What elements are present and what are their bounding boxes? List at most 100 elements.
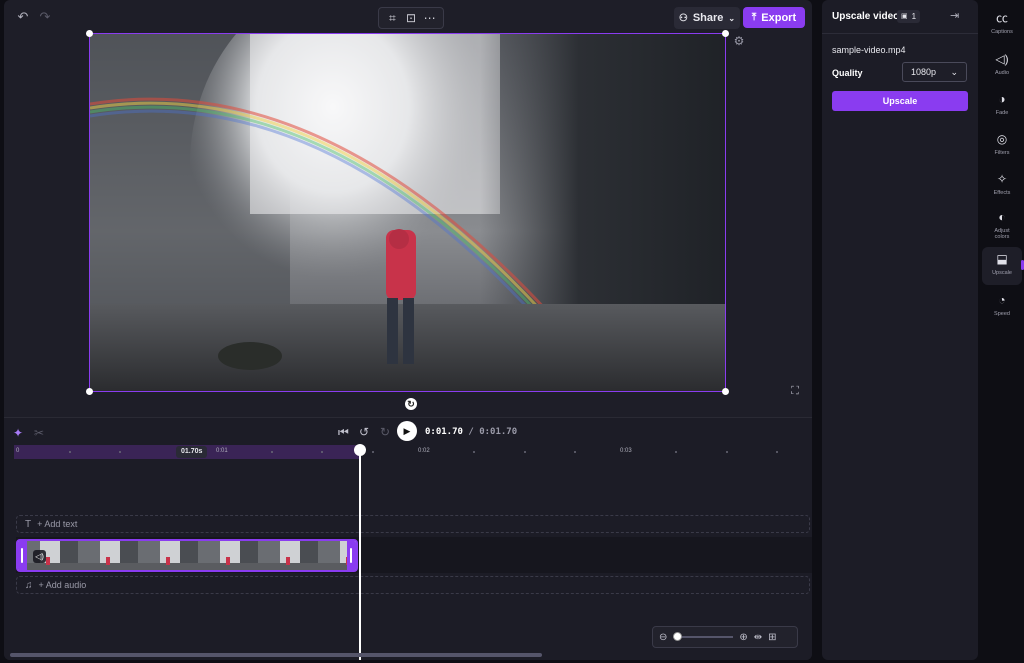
upscale-panel: Upscale video ▣ 1 ⇥ sample-video.mp4 Qua… <box>822 0 978 660</box>
skip-back-icon[interactable]: ⏮ <box>338 425 349 439</box>
clip-thumbnail <box>138 541 198 570</box>
timeline: ✦ ✂ ⏮ ↺ ↻ ▶ 0:01.70 / 0:01.70 0 01.70s 0… <box>4 417 812 660</box>
tick-dot <box>574 451 576 453</box>
share-button[interactable]: ⚇ Share ⌄ <box>674 7 740 29</box>
undo-icon[interactable]: ↶ <box>15 9 31 25</box>
video-clip[interactable]: ◁) <box>16 539 358 572</box>
clip-trim-handle-right[interactable] <box>347 541 356 570</box>
zoom-slider-thumb[interactable] <box>673 632 683 641</box>
rail-item-upscale[interactable]: ⬓ Upscale <box>982 247 1022 285</box>
clip-thumbnail <box>18 541 78 570</box>
music-note-icon: ♫ <box>25 579 33 591</box>
text-track[interactable]: T + Add text <box>16 515 810 533</box>
rail-label: Captions <box>991 29 1013 35</box>
timeline-ruler[interactable]: 0 01.70s 0:01 0:02 0:03 <box>14 445 804 459</box>
tick-dot <box>776 451 778 453</box>
zoom-slider[interactable] <box>673 632 734 641</box>
redo-icon[interactable]: ↷ <box>37 9 53 25</box>
add-text-label: + Add text <box>37 519 78 529</box>
rewind-icon[interactable]: ↺ <box>359 425 369 439</box>
magic-icon[interactable]: ✦ <box>13 426 23 440</box>
credit-count: 1 <box>911 12 917 21</box>
gear-icon[interactable]: ⚙ <box>732 34 746 48</box>
quality-select[interactable]: 1080p ⌄ <box>902 62 967 82</box>
tick-dot <box>372 451 374 453</box>
quality-label: Quality <box>832 68 863 78</box>
tick-dot <box>675 451 677 453</box>
rail-item-speed[interactable]: ◔ Speed <box>982 288 1022 326</box>
tick-label: 0:02 <box>418 448 430 454</box>
speaker-icon: ◁) <box>995 52 1009 66</box>
clip-thumbnail <box>198 541 258 570</box>
filters-icon: ◎ <box>996 132 1008 146</box>
total-time: / 0:01.70 <box>468 427 518 437</box>
quality-value: 1080p <box>911 67 937 77</box>
file-name: sample-video.mp4 <box>832 45 906 55</box>
forward-icon[interactable]: ↻ <box>380 425 390 439</box>
playhead[interactable] <box>359 451 361 660</box>
resize-handle-bottom-left[interactable] <box>86 388 93 395</box>
rail-item-effects[interactable]: ✧ Effects <box>982 167 1022 205</box>
rail-item-audio[interactable]: ◁) Audio <box>982 47 1022 85</box>
app-window: ↶ ↷ ⌗ ⊡ ⋯ ⚇ Share ⌄ ⤒ Export ↻ ⚙ ⛶ ✦ ✂ ⏮… <box>0 0 1024 663</box>
tick-dot <box>473 451 475 453</box>
resize-handle-top-left[interactable] <box>86 30 93 37</box>
current-time: 0:01.70 <box>425 427 463 437</box>
tick-dot <box>69 451 71 453</box>
expand-timeline-icon[interactable]: ⊞ <box>768 632 776 643</box>
video-icon: ▣ <box>901 13 908 20</box>
export-label: Export <box>761 11 797 24</box>
resize-handle-top-right[interactable] <box>722 30 729 37</box>
captions-icon: ㏄ <box>995 11 1008 25</box>
credit-badge: ▣ 1 <box>897 10 921 23</box>
fade-icon: ◑ <box>998 92 1006 106</box>
more-icon[interactable]: ⋯ <box>422 10 438 26</box>
video-frame-image <box>90 34 725 391</box>
property-rail: ㏄ Captions ◁) Audio ◑ Fade ◎ Filters ✧ E… <box>980 0 1024 663</box>
rotate-handle-icon[interactable]: ↻ <box>405 398 417 410</box>
magic-wand-icon: ✧ <box>996 172 1008 186</box>
fit-timeline-icon[interactable]: ⇹ <box>754 632 762 643</box>
tick-dot <box>726 451 728 453</box>
video-preview[interactable] <box>89 33 726 392</box>
tick-dot <box>524 451 526 453</box>
rail-item-captions[interactable]: ㏄ Captions <box>982 6 1022 44</box>
tick-label: 0:01 <box>216 448 228 454</box>
rail-item-filters[interactable]: ◎ Filters <box>982 127 1022 165</box>
resize-handle-bottom-right[interactable] <box>722 388 729 395</box>
crop-icon[interactable]: ⌗ <box>384 10 400 26</box>
fullscreen-icon[interactable]: ⛶ <box>789 385 801 397</box>
rail-item-adjust-colors[interactable]: ◐ Adjust colors <box>982 205 1022 247</box>
tick-dot <box>119 451 121 453</box>
zoom-controls: ⊖ ⊕ ⇹ ⊞ <box>652 626 798 648</box>
zoom-out-icon[interactable]: ⊖ <box>659 632 667 643</box>
chevron-down-icon: ⌄ <box>728 13 736 23</box>
audio-track[interactable]: ♫ + Add audio <box>16 576 810 594</box>
speedometer-icon: ◔ <box>998 293 1006 307</box>
chevron-down-icon: ⌄ <box>950 66 958 77</box>
clip-thumbnail <box>258 541 318 570</box>
zoom-in-icon[interactable]: ⊕ <box>739 632 747 643</box>
fit-icon[interactable]: ⊡ <box>403 10 419 26</box>
rail-label: Filters <box>994 150 1010 156</box>
split-icon[interactable]: ✂ <box>34 426 44 440</box>
rail-label: Upscale <box>992 270 1012 276</box>
tick-dot <box>271 451 273 453</box>
time-badge: 01.70s <box>176 446 208 458</box>
collapse-panel-icon[interactable]: ⇥ <box>950 9 959 22</box>
divider <box>822 33 978 34</box>
tick-label: 0 <box>16 448 20 454</box>
clip-thumbnail <box>78 541 138 570</box>
add-audio-label: + Add audio <box>38 580 87 590</box>
rail-item-fade[interactable]: ◑ Fade <box>982 87 1022 125</box>
export-button[interactable]: ⤒ Export <box>743 7 805 28</box>
play-button[interactable]: ▶ <box>397 421 417 441</box>
share-label: Share <box>692 12 724 24</box>
rail-label: Audio <box>994 70 1010 76</box>
timeline-scrollbar[interactable] <box>10 653 542 657</box>
upscale-button[interactable]: Upscale <box>832 91 968 111</box>
rail-label: Adjust colors <box>994 228 1010 240</box>
adjust-colors-icon: ◐ <box>998 210 1006 224</box>
speaker-icon[interactable]: ◁) <box>33 550 46 563</box>
clip-trim-handle-left[interactable] <box>18 541 27 570</box>
